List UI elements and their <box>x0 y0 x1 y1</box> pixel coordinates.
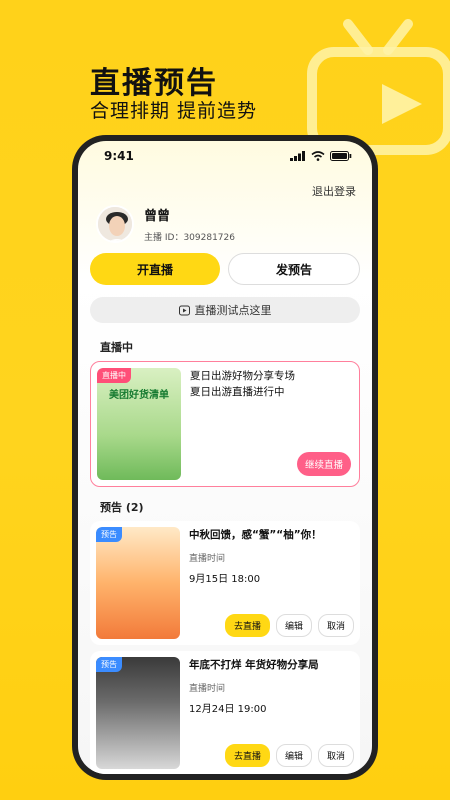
publish-preview-button[interactable]: 发预告 <box>228 253 360 285</box>
preview-time-label: 直播时间 <box>189 554 226 564</box>
hero-subtitle: 合理排期 提前造势 <box>90 100 258 122</box>
preview-card[interactable]: 预告 中秋回馈，感“蟹”“柚”你！ 直播时间 9月15日 18:00 去直播 编… <box>90 521 360 645</box>
profile: 曾曾 主播 ID：309281726 <box>96 205 235 243</box>
live-thumb-text: 美团好货清单 <box>109 390 169 401</box>
phone-frame: 9:41 退出登录 曾曾 主播 ID：309281726 开直播 发预告 直播测… <box>72 135 378 780</box>
live-test-button[interactable]: 直播测试点这里 <box>90 297 360 323</box>
live-badge: 直播中 <box>97 368 131 383</box>
action-buttons: 开直播 发预告 <box>90 253 360 285</box>
phone-screen: 9:41 退出登录 曾曾 主播 ID：309281726 开直播 发预告 直播测… <box>78 141 372 774</box>
live-test-label: 直播测试点这里 <box>194 304 272 317</box>
start-live-button[interactable]: 开直播 <box>90 253 220 285</box>
status-bar: 9:41 <box>78 141 372 171</box>
live-title-line1: 夏日出游好物分享专场 <box>190 370 295 382</box>
preview-title: 年底不打烊 年货好物分享局 <box>189 659 319 671</box>
live-thumbnail: 直播中 美团好货清单 <box>97 368 181 480</box>
cancel-button[interactable]: 取消 <box>317 614 354 637</box>
avatar <box>96 205 134 243</box>
preview-time: 12月24日 19:00 <box>189 704 267 715</box>
profile-name: 曾曾 <box>144 209 171 224</box>
profile-id: 主播 ID：309281726 <box>144 233 235 243</box>
status-icons <box>290 151 352 161</box>
preview-time: 9月15日 18:00 <box>189 574 261 585</box>
preview-thumbnail: 预告 <box>96 527 180 639</box>
status-time: 9:41 <box>104 149 134 163</box>
live-card[interactable]: 直播中 美团好货清单 夏日出游好物分享专场 夏日出游直播进行中 继续直播 <box>90 361 360 487</box>
wifi-icon <box>311 151 325 161</box>
continue-live-button[interactable]: 继续直播 <box>296 452 351 476</box>
logout-link[interactable]: 退出登录 <box>312 183 356 199</box>
go-live-button[interactable]: 去直播 <box>224 744 270 767</box>
play-box-icon <box>178 305 190 315</box>
cancel-button[interactable]: 取消 <box>317 744 354 767</box>
preview-card[interactable]: 预告 年底不打烊 年货好物分享局 直播时间 12月24日 19:00 去直播 编… <box>90 651 360 774</box>
edit-button[interactable]: 编辑 <box>275 744 312 767</box>
preview-badge: 预告 <box>96 527 122 542</box>
preview-badge: 预告 <box>96 657 122 672</box>
preview-thumbnail: 预告 <box>96 657 180 769</box>
preview-title: 中秋回馈，感“蟹”“柚”你！ <box>189 529 322 541</box>
go-live-button[interactable]: 去直播 <box>224 614 270 637</box>
preview-section-title: 预告 (2) <box>100 501 144 514</box>
live-title-line2: 夏日出游直播进行中 <box>190 386 285 398</box>
live-section-title: 直播中 <box>100 341 133 354</box>
preview-time-label: 直播时间 <box>189 684 226 694</box>
signal-icon <box>290 151 305 161</box>
edit-button[interactable]: 编辑 <box>275 614 312 637</box>
battery-icon <box>330 151 352 161</box>
avatar-face-icon <box>98 207 132 241</box>
